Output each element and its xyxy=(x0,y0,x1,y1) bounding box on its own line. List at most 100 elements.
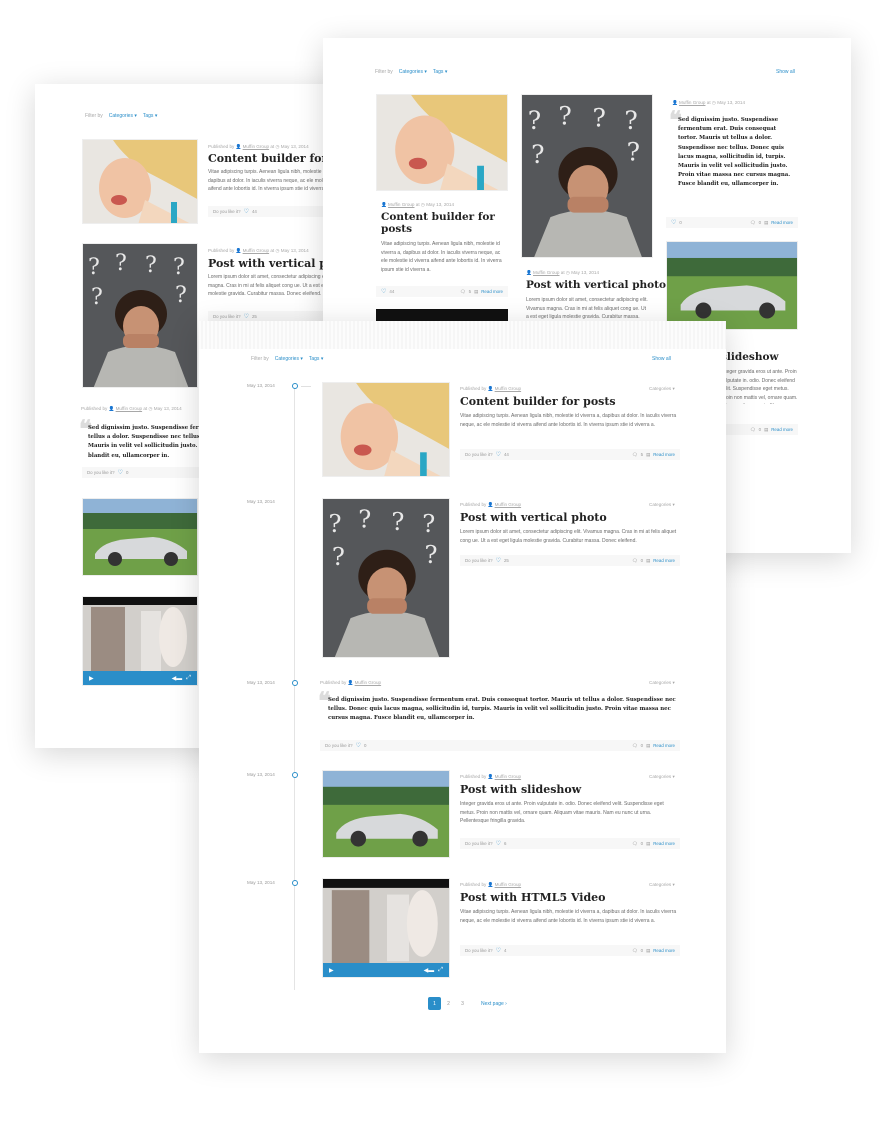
post-footer: Do you like it? ♡ 6 🗨 0 ▤ Read more xyxy=(460,838,680,849)
post-title[interactable]: Post with vertical photo xyxy=(460,511,607,524)
post-title-partial[interactable]: slideshow xyxy=(721,351,779,363)
timeline-dot xyxy=(292,880,298,886)
post-image-blonde[interactable] xyxy=(322,382,450,477)
post-image-blonde[interactable] xyxy=(376,94,508,191)
filter-categories[interactable]: Categories ▾ xyxy=(275,356,303,362)
doc-icon: ▤ xyxy=(646,840,651,846)
read-more-link[interactable]: Read more xyxy=(653,558,675,563)
read-more-link[interactable]: Read more xyxy=(653,948,675,953)
doc-icon: ▤ xyxy=(764,219,769,225)
play-icon: ▶ xyxy=(89,675,94,682)
categories-dropdown[interactable]: Categories ▾ xyxy=(649,882,675,888)
heart-icon[interactable]: ♡ xyxy=(118,469,123,476)
filter-label: Filter by xyxy=(85,113,103,119)
post-image-car[interactable] xyxy=(82,498,198,576)
fullscreen-icon: ⤢ xyxy=(186,674,191,681)
comment-icon: 🗨 xyxy=(632,840,638,846)
heart-icon[interactable]: ♡ xyxy=(244,208,249,215)
filter-categories[interactable]: Categories ▾ xyxy=(399,69,427,75)
post-image-car[interactable] xyxy=(322,770,450,858)
clock-icon: ◷ xyxy=(420,202,425,207)
user-icon: 👤 xyxy=(347,680,354,685)
svg-text:?: ? xyxy=(627,138,640,167)
read-more-link[interactable]: Read more xyxy=(653,743,675,748)
post-excerpt: Integer gravida eros ut ante. Proin vulp… xyxy=(721,369,798,404)
post-image-blonde[interactable] xyxy=(82,139,198,224)
heart-icon[interactable]: ♡ xyxy=(496,840,501,847)
page-3-button[interactable]: 3 xyxy=(456,997,469,1010)
post-excerpt: Integer gravida eros ut ante. Proin vulp… xyxy=(460,801,664,824)
heart-icon[interactable]: ♡ xyxy=(496,947,501,954)
timeline-line xyxy=(294,385,295,990)
categories-dropdown[interactable]: Categories ▾ xyxy=(649,386,675,392)
post-video[interactable]: ▶ ◀▬ ⤢ xyxy=(322,878,450,978)
clock-icon: ◷ xyxy=(275,144,280,149)
svg-text:?: ? xyxy=(88,255,100,280)
post-title[interactable]: Post with HTML5 Video xyxy=(460,891,606,904)
svg-text:?: ? xyxy=(528,106,541,135)
post-footer: Do you like it? ♡ 25 🗨 0 ▤ Read more xyxy=(460,555,680,566)
heart-icon[interactable]: ♡ xyxy=(496,451,501,458)
volume-icon: ◀▬ xyxy=(171,675,183,682)
post-title[interactable]: Post with vertical photo xyxy=(526,279,666,291)
post-title[interactable]: Content builder for xyxy=(381,211,495,223)
quote-text: Sed dignissim justo. Suspendisse ferment… xyxy=(328,697,676,722)
read-more-link[interactable]: Read more xyxy=(771,427,793,432)
read-more-link[interactable]: Read more xyxy=(653,452,675,457)
post-meta: Published by 👤 Muffin Group xyxy=(460,774,522,779)
timeline-dot xyxy=(292,772,298,778)
read-more-link[interactable]: Read more xyxy=(653,841,675,846)
post-image-curly[interactable]: ?????? xyxy=(82,243,198,388)
user-icon: 👤 xyxy=(235,248,242,253)
post-title[interactable]: Content builder for posts xyxy=(460,395,616,408)
heart-icon[interactable]: ♡ xyxy=(496,557,501,564)
svg-text:?: ? xyxy=(173,255,185,280)
page-1-button[interactable]: 1 xyxy=(428,997,441,1010)
timeline-date: May 13, 2014 xyxy=(247,499,275,504)
user-icon: 👤 xyxy=(526,270,532,275)
show-all-link[interactable]: Show all xyxy=(776,69,795,75)
categories-dropdown[interactable]: Categories ▾ xyxy=(649,680,675,686)
heart-icon[interactable]: ♡ xyxy=(671,219,676,226)
filter-categories[interactable]: Categories ▾ xyxy=(109,113,137,119)
categories-dropdown[interactable]: Categories ▾ xyxy=(649,774,675,780)
timeline-date: May 13, 2014 xyxy=(247,772,275,777)
post-image-curly[interactable]: ?????? xyxy=(322,498,450,658)
filter-bar: Filter by Categories ▾ Tags ▾ xyxy=(85,113,157,119)
post-excerpt: Lorem ipsum dolor sit amet, consectetur … xyxy=(526,297,648,324)
filter-label: Filter by xyxy=(251,356,269,362)
post-title[interactable]: Post with slideshow xyxy=(460,783,581,796)
heart-icon[interactable]: ♡ xyxy=(356,742,361,749)
read-more-link[interactable]: Read more xyxy=(771,220,793,225)
clock-icon: ◷ xyxy=(148,406,153,411)
doc-icon: ▤ xyxy=(646,451,651,457)
filter-tags[interactable]: Tags ▾ xyxy=(433,69,447,75)
heart-icon[interactable]: ♡ xyxy=(244,313,249,320)
post-meta: Published by 👤 Muffin Group xyxy=(460,502,522,507)
show-all-link[interactable]: Show all xyxy=(652,356,671,362)
post-image-car[interactable] xyxy=(666,241,798,330)
filter-bar: Filter by Categories ▾ Tags ▾ xyxy=(251,356,323,362)
categories-dropdown[interactable]: Categories ▾ xyxy=(649,502,675,508)
post-image-curly[interactable]: ?????? xyxy=(521,94,653,258)
post-footer: 🗨 0 ▤ Read more xyxy=(723,424,798,435)
video-controls[interactable]: ▶ ◀▬ ⤢ xyxy=(323,963,449,977)
next-page-link[interactable]: Next page › xyxy=(481,1001,507,1007)
post-meta: Published by 👤 Muffin Group xyxy=(460,386,522,391)
post-meta: 👤 Muffin Group at ◷ May 13, 2014 xyxy=(381,202,455,207)
comment-icon: 🗨 xyxy=(632,742,638,748)
svg-text:?: ? xyxy=(593,104,606,133)
post-title-line2[interactable]: posts xyxy=(381,223,412,235)
comment-icon: 🗨 xyxy=(632,947,638,953)
user-icon: 👤 xyxy=(108,406,115,411)
post-excerpt: Lorem ipsum dolor sit amet, consectetur … xyxy=(460,529,677,544)
read-more-link[interactable]: Read more xyxy=(481,289,503,294)
comment-icon: 🗨 xyxy=(460,288,466,294)
video-controls[interactable]: ▶ ◀▬ ⤢ xyxy=(83,671,197,685)
heart-icon[interactable]: ♡ xyxy=(381,288,386,295)
post-video[interactable]: ▶ ◀▬ ⤢ xyxy=(82,596,198,686)
page-2-button[interactable]: 2 xyxy=(442,997,455,1010)
filter-tags[interactable]: Tags ▾ xyxy=(309,356,323,362)
filter-tags[interactable]: Tags ▾ xyxy=(143,113,157,119)
post-excerpt: Vitae adipiscing turpis. Aenean ligula n… xyxy=(460,909,677,924)
